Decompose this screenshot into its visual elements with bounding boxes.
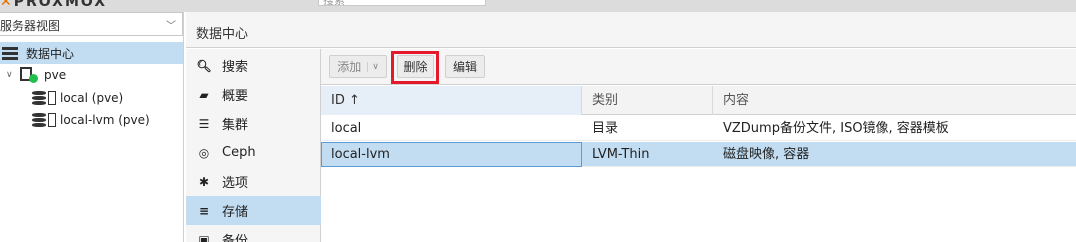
top-search-input[interactable]: 搜索 [318, 0, 486, 6]
nav-item-label: 选项 [222, 176, 249, 191]
storage-status-icon [48, 113, 56, 127]
top-bar: ✕PROXMOX 搜索 [0, 0, 1076, 12]
tree-item-label: 数据中心 [26, 46, 75, 61]
edit-button[interactable]: 编辑 [445, 55, 485, 78]
nav-item-ceph[interactable]: ◎ Ceph [186, 138, 321, 167]
cell-id: local-lvm [321, 142, 582, 167]
highlight-box [391, 51, 439, 84]
datacenter-icon [2, 46, 18, 60]
tree-item-label: local (pve) [60, 91, 124, 105]
column-header-content[interactable]: 内容 [713, 86, 1076, 115]
breadcrumb: 数据中心 [186, 12, 1076, 48]
storage-panel: 添加 ∨ 删除 编辑 ID ↑ 类别 内容 local 目录 VZDump备份文… [321, 49, 1076, 242]
storage-grid-header: ID ↑ 类别 内容 [321, 86, 1076, 115]
view-selector[interactable]: 服务器视图 ﹀ [0, 12, 183, 36]
tree-item-label: local-lvm (pve) [60, 113, 150, 127]
page-title: 数据中心 [196, 27, 249, 42]
nav-item-label: 备份 [222, 234, 249, 242]
nav-item-summary[interactable]: ▰ 概要 [186, 80, 321, 109]
view-selector-label: 服务器视图 [0, 19, 61, 33]
nav-item-backup[interactable]: ▣ 备份 [186, 225, 321, 242]
cell-id: local [331, 121, 362, 136]
cell-type: LVM-Thin [592, 147, 650, 162]
cell-type: 目录 [592, 121, 619, 136]
tree-item-datacenter[interactable]: 数据中心 [0, 42, 183, 64]
chevron-down-icon: ∨ [367, 61, 379, 72]
book-icon: ▰ [199, 87, 209, 102]
storage-status-icon [48, 91, 56, 105]
database-icon: ≡ [198, 203, 210, 218]
chevron-down-icon[interactable]: ﹀ [166, 17, 176, 32]
nav-item-options[interactable]: ✱ 选项 [186, 167, 321, 196]
nav-item-cluster[interactable]: ☰ 集群 [186, 109, 321, 138]
ceph-icon: ◎ [198, 145, 210, 160]
proxmox-logo: ✕PROXMOX [0, 0, 108, 10]
cell-content: 磁盘映像, 容器 [723, 147, 810, 162]
nav-item-search[interactable]: 🔍︎ 搜索 [186, 51, 321, 80]
nav-item-label: 存储 [222, 205, 249, 220]
storage-icon [32, 113, 46, 127]
add-button[interactable]: 添加 ∨ [329, 55, 387, 78]
tree-item-node[interactable]: ∨ pve [0, 64, 183, 86]
storage-icon [32, 91, 46, 105]
server-icon: ☰ [198, 116, 210, 131]
storage-toolbar: 添加 ∨ 删除 编辑 [321, 49, 1076, 85]
table-row[interactable]: local 目录 VZDump备份文件, ISO镜像, 容器模板 [321, 116, 1076, 141]
datacenter-nav-menu: 🔍︎ 搜索 ▰ 概要 ☰ 集群 ◎ Ceph ✱ 选项 ≡ 存储 ▣ 备份 [186, 49, 321, 242]
tree-item-storage[interactable]: local-lvm (pve) [0, 109, 183, 131]
gear-icon: ✱ [198, 174, 210, 189]
collapse-icon[interactable]: ∨ [6, 70, 16, 80]
resource-tree: 服务器视图 ﹀ 数据中心 ∨ pve local (pve) local-lvm… [0, 12, 184, 242]
nav-item-label: Ceph [222, 145, 256, 160]
search-icon: 🔍︎ [196, 58, 212, 73]
column-header-id[interactable]: ID ↑ [321, 86, 582, 115]
column-header-type[interactable]: 类别 [582, 86, 713, 115]
table-row-selected[interactable]: local-lvm LVM-Thin 磁盘映像, 容器 [321, 142, 1076, 167]
floppy-icon: ▣ [198, 232, 210, 242]
nav-item-label: 概要 [222, 89, 249, 104]
nav-item-label: 搜索 [222, 60, 249, 75]
node-online-icon [20, 67, 38, 83]
tree-item-label: pve [44, 68, 67, 82]
nav-item-storage[interactable]: ≡ 存储 [186, 196, 321, 225]
tree-item-storage[interactable]: local (pve) [0, 87, 183, 109]
cell-content: VZDump备份文件, ISO镜像, 容器模板 [723, 121, 949, 136]
nav-item-label: 集群 [222, 118, 249, 133]
